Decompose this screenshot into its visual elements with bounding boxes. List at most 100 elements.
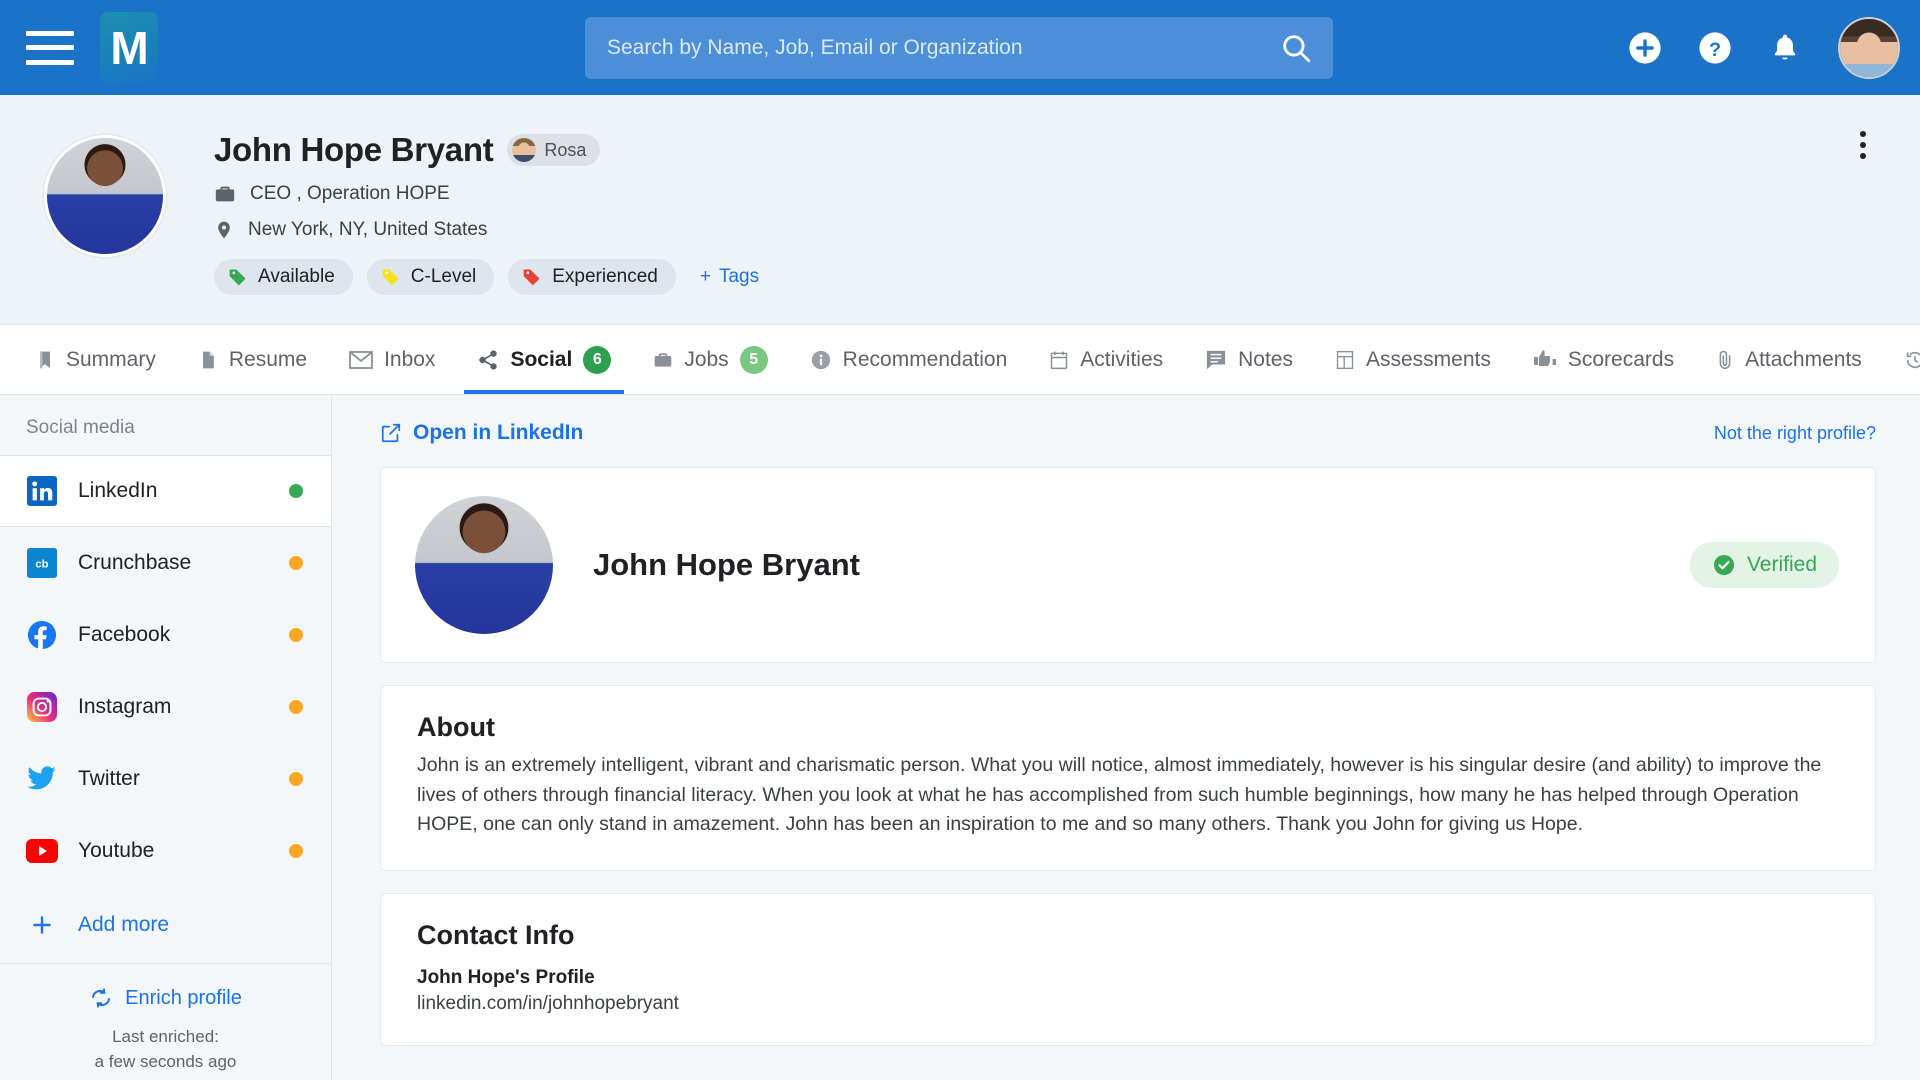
sidebar-title: Social media: [0, 395, 331, 455]
note-icon: [1205, 350, 1227, 370]
about-title: About: [417, 712, 1839, 743]
tab-attachments[interactable]: Attachments: [1695, 325, 1883, 394]
grid-icon: [1335, 349, 1355, 371]
tab-recommendation[interactable]: Recommendation: [789, 325, 1029, 394]
profile-job-row: CEO , Operation HOPE: [214, 183, 759, 205]
plus-icon: +: [700, 266, 711, 288]
global-search[interactable]: [585, 17, 1333, 79]
sidebar-item-youtube[interactable]: Youtube: [0, 815, 331, 887]
owner-avatar: [512, 138, 536, 162]
search-icon[interactable]: [1259, 17, 1333, 79]
tab-jobs[interactable]: Jobs 5: [632, 325, 788, 394]
main-area: Social media LinkedIn cb Crunchbase Face…: [0, 395, 1920, 1080]
topbar-actions: ?: [1628, 17, 1900, 79]
tab-label: Scorecards: [1568, 348, 1674, 372]
tab-label: Inbox: [384, 348, 435, 372]
briefcase-icon: [214, 183, 236, 205]
owner-chip[interactable]: Rosa: [507, 134, 600, 166]
tag-label: C-Level: [411, 266, 476, 288]
tag-icon: [381, 267, 401, 287]
linkedin-profile-card: John Hope Bryant Verified: [380, 467, 1876, 663]
bell-icon[interactable]: [1768, 31, 1802, 65]
question-circle-icon[interactable]: ?: [1698, 31, 1732, 65]
sidebar-item-facebook[interactable]: Facebook: [0, 599, 331, 671]
contact-profile-url[interactable]: linkedin.com/in/johnhopebryant: [417, 993, 1839, 1015]
contact-info-title: Contact Info: [417, 920, 1839, 951]
user-avatar[interactable]: [1838, 17, 1900, 79]
open-in-linkedin-label: Open in LinkedIn: [413, 421, 583, 445]
check-circle-icon: [1712, 553, 1736, 577]
tab-history[interactable]: [1883, 325, 1920, 394]
tab-label: Summary: [66, 348, 156, 372]
add-tags-button[interactable]: + Tags: [700, 266, 759, 288]
add-more-button[interactable]: Add more: [0, 887, 331, 963]
tab-label: Social: [510, 348, 572, 372]
tag-chip[interactable]: Experienced: [508, 259, 676, 295]
add-tags-label: Tags: [719, 266, 759, 288]
tab-label: Activities: [1080, 348, 1163, 372]
candidate-profile-header: John Hope Bryant Rosa CEO , Operation HO…: [0, 95, 1920, 325]
sidebar-item-label: Youtube: [78, 839, 269, 863]
sidebar-item-label: Facebook: [78, 623, 269, 647]
app-logo[interactable]: M: [100, 12, 158, 84]
contact-info-card: Contact Info John Hope's Profile linkedi…: [380, 893, 1876, 1046]
tab-label: Assessments: [1366, 348, 1491, 372]
tab-badge: 6: [583, 346, 611, 374]
tag-chip[interactable]: C-Level: [367, 259, 494, 295]
page-title: John Hope Bryant: [214, 131, 493, 169]
enrich-profile-button[interactable]: Enrich profile: [89, 986, 242, 1010]
social-media-sidebar: Social media LinkedIn cb Crunchbase Face…: [0, 395, 332, 1080]
tab-social[interactable]: Social 6: [456, 325, 632, 394]
profile-location: New York, NY, United States: [248, 219, 487, 241]
last-enriched-label: Last enriched:: [0, 1025, 331, 1050]
add-more-label: Add more: [78, 913, 169, 937]
tab-label: Resume: [229, 348, 307, 372]
profile-avatar: [415, 496, 553, 634]
tag-icon: [228, 267, 248, 287]
sidebar-item-twitter[interactable]: Twitter: [0, 743, 331, 815]
sidebar-item-linkedin[interactable]: LinkedIn: [0, 455, 331, 527]
sidebar-item-label: LinkedIn: [78, 479, 269, 503]
status-badge: Verified: [1690, 542, 1839, 588]
status-dot: [289, 628, 303, 642]
tab-scorecards[interactable]: Scorecards: [1512, 325, 1695, 394]
candidate-avatar[interactable]: [44, 135, 166, 257]
social-content-panel: Open in LinkedIn Not the right profile? …: [332, 395, 1920, 1080]
open-in-linkedin-link[interactable]: Open in LinkedIn: [380, 421, 583, 445]
last-enriched-value: a few seconds ago: [0, 1050, 331, 1075]
verified-label: Verified: [1747, 553, 1817, 577]
tab-activities[interactable]: Activities: [1028, 325, 1184, 394]
tab-assessments[interactable]: Assessments: [1314, 325, 1512, 394]
tab-resume[interactable]: Resume: [177, 325, 328, 394]
sidebar-item-label: Twitter: [78, 767, 269, 791]
status-dot: [289, 844, 303, 858]
sidebar-item-label: Crunchbase: [78, 551, 269, 575]
tag-chip[interactable]: Available: [214, 259, 353, 295]
tab-label: Notes: [1238, 348, 1293, 372]
calendar-icon: [1049, 349, 1069, 371]
tab-label: Jobs: [684, 348, 728, 372]
enrich-label: Enrich profile: [125, 987, 242, 1010]
enrich-section: Enrich profile Last enriched: a few seco…: [0, 963, 331, 1074]
sidebar-item-crunchbase[interactable]: cb Crunchbase: [0, 527, 331, 599]
tab-summary[interactable]: Summary: [14, 325, 177, 394]
search-input[interactable]: [585, 36, 1259, 60]
thumbs-icon: [1533, 349, 1557, 371]
status-dot: [289, 772, 303, 786]
sidebar-item-instagram[interactable]: Instagram: [0, 671, 331, 743]
profile-tags: Available C-Level Experienced + Tags: [214, 259, 759, 295]
tab-inbox[interactable]: Inbox: [328, 325, 456, 394]
content-toolbar: Open in LinkedIn Not the right profile?: [380, 421, 1876, 445]
envelope-icon: [349, 350, 373, 370]
tab-notes[interactable]: Notes: [1184, 325, 1314, 394]
hamburger-menu-icon[interactable]: [26, 31, 74, 65]
kebab-menu-icon[interactable]: [1848, 125, 1878, 165]
about-text: John is an extremely intelligent, vibran…: [417, 751, 1839, 840]
tag-label: Available: [258, 266, 335, 288]
plus-circle-icon[interactable]: [1628, 31, 1662, 65]
tab-label: Attachments: [1745, 348, 1862, 372]
facebook-icon: [26, 619, 58, 651]
about-card: About John is an extremely intelligent, …: [380, 685, 1876, 871]
plus-icon: [26, 909, 58, 941]
not-right-profile-link[interactable]: Not the right profile?: [1714, 423, 1876, 444]
